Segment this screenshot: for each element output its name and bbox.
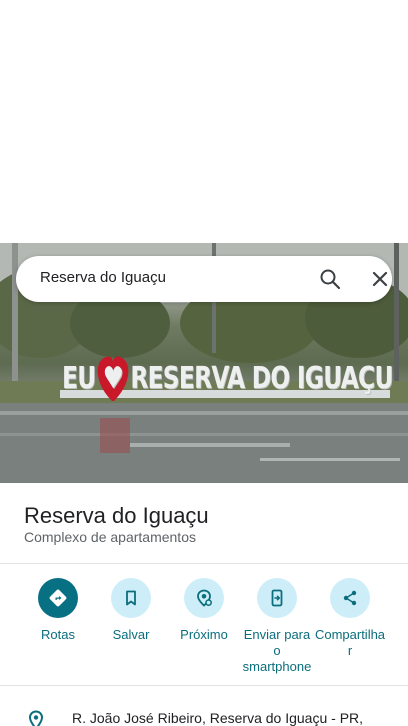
directions-button[interactable]: Rotas <box>20 578 96 643</box>
divider <box>0 563 408 564</box>
send-to-phone-button[interactable]: Enviar para o smartphone <box>239 578 315 675</box>
save-label: Salvar <box>112 627 150 642</box>
search-bar[interactable]: Reserva do Iguaçu <box>16 256 392 302</box>
place-title: Reserva do Iguaçu <box>24 503 209 528</box>
directions-label: Rotas <box>41 627 75 642</box>
share-button[interactable]: Compartilhar <box>312 578 388 659</box>
place-category: Complexo de apartamentos <box>24 529 196 545</box>
action-buttons-row: Rotas Salvar Próximo Enviar para o smart… <box>0 578 408 678</box>
nearby-icon <box>184 578 224 618</box>
share-icon <box>330 578 370 618</box>
nearby-label: Próximo <box>180 627 228 642</box>
send-to-phone-label: Enviar para o smartphone <box>242 627 312 674</box>
address-row[interactable]: R. João José Ribeiro, Reserva do Iguaçu … <box>0 700 408 726</box>
save-button[interactable]: Salvar <box>93 578 169 643</box>
nearby-button[interactable]: Próximo <box>166 578 242 643</box>
directions-icon <box>38 578 78 618</box>
bookmark-icon <box>111 578 151 618</box>
share-label: Compartilhar <box>314 627 386 658</box>
map-blank-area <box>0 0 408 243</box>
address-text: R. João José Ribeiro, Reserva do Iguaçu … <box>72 710 364 726</box>
search-icon[interactable] <box>318 267 342 291</box>
sign-text: EU ♥ RESERVA DO IGUAÇU <box>62 361 393 396</box>
send-to-phone-icon <box>257 578 297 618</box>
location-pin-icon <box>26 710 46 726</box>
search-input[interactable]: Reserva do Iguaçu <box>40 269 166 286</box>
divider <box>0 685 408 686</box>
close-icon[interactable] <box>368 267 392 291</box>
